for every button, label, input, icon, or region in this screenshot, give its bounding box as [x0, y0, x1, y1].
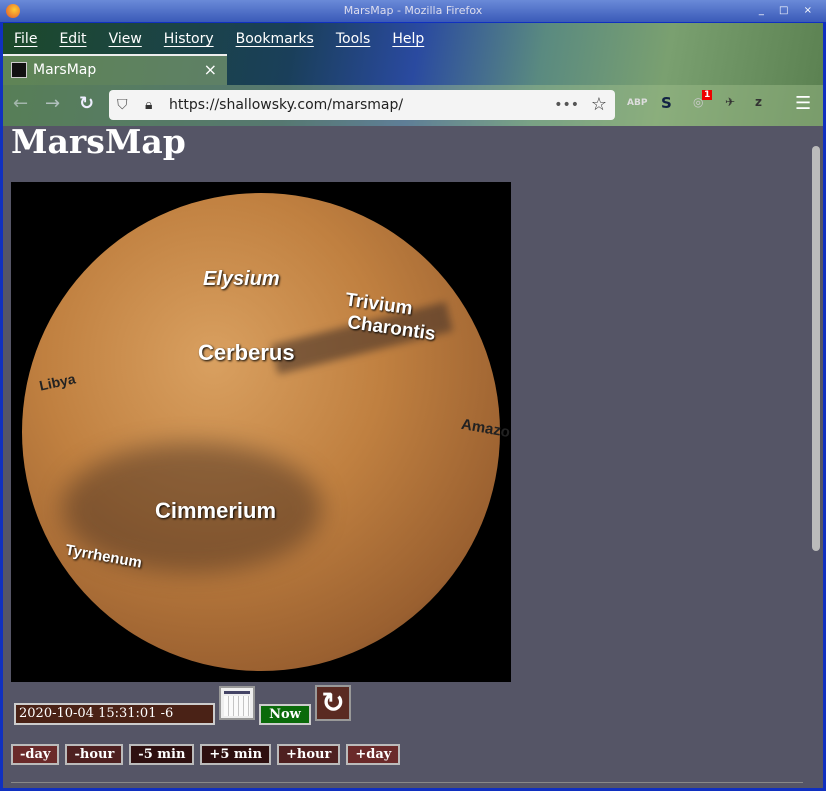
menu-view[interactable]: View: [98, 26, 153, 52]
url-bar[interactable]: ⛉ 🔒︎ https://shallowsky.com/marsmap/ •••…: [109, 90, 615, 120]
adblock-icon[interactable]: ABP: [627, 98, 647, 108]
firefox-icon: [6, 4, 20, 18]
menu-bookmarks[interactable]: Bookmarks: [225, 26, 325, 52]
minus-day-button[interactable]: -day: [11, 744, 60, 765]
map-label: Cerberus: [198, 340, 295, 365]
menu-history[interactable]: History: [153, 26, 225, 52]
window-controls[interactable]: _ □ ×: [759, 0, 818, 22]
mars-globe: [22, 193, 500, 671]
plus-5min-button[interactable]: +5 min: [200, 744, 272, 765]
datetime-input[interactable]: 2020-10-04 15:31:01 -6: [14, 703, 215, 725]
window-titlebar: MarsMap - Mozilla Firefox _ □ ×: [0, 0, 826, 22]
tab-favicon-icon: [11, 62, 27, 78]
plus-day-button[interactable]: +day: [346, 744, 401, 765]
reload-icon[interactable]: ↻: [79, 93, 94, 114]
page-content: MarsMap Elysium Trivium Charontis Cerber…: [3, 122, 823, 788]
browser-chrome: File Edit View History Bookmarks Tools H…: [3, 23, 823, 126]
hamburger-menu-icon[interactable]: ☰: [795, 93, 811, 114]
scrollbar[interactable]: [812, 146, 820, 551]
bookmark-star-icon[interactable]: ☆: [591, 90, 607, 120]
notification-badge: 1: [702, 90, 713, 100]
tab-marsmap[interactable]: MarsMap ×: [3, 54, 227, 85]
tab-title: MarsMap: [33, 62, 97, 78]
map-label: Elysium: [203, 268, 280, 290]
page-actions-icon[interactable]: •••: [554, 90, 579, 120]
menu-tools[interactable]: Tools: [325, 26, 382, 52]
calendar-icon[interactable]: [219, 686, 255, 720]
time-step-buttons: -day -hour -5 min +5 min +hour +day: [11, 744, 401, 765]
refresh-icon[interactable]: ↻: [315, 685, 351, 721]
nav-bar: ← → ↻ ⛉ 🔒︎ https://shallowsky.com/marsma…: [3, 85, 823, 126]
plus-hour-button[interactable]: +hour: [277, 744, 341, 765]
divider: [11, 782, 803, 783]
menu-file[interactable]: File: [3, 26, 48, 52]
sleep-icon[interactable]: z: [755, 95, 762, 109]
shield-icon[interactable]: ⛉: [117, 90, 128, 120]
page-title: MarsMap: [11, 122, 186, 161]
now-button[interactable]: Now: [259, 704, 311, 725]
tab-close-icon[interactable]: ×: [204, 56, 217, 84]
back-icon[interactable]: ←: [13, 93, 28, 114]
menu-help[interactable]: Help: [381, 26, 435, 52]
mars-map-image: Elysium Trivium Charontis Cerberus Libya…: [11, 182, 511, 682]
minus-5min-button[interactable]: -5 min: [129, 744, 195, 765]
url-text[interactable]: https://shallowsky.com/marsmap/: [169, 97, 403, 113]
map-label: Cimmerium: [155, 498, 277, 523]
extension-icon-2[interactable]: ✈: [725, 95, 735, 109]
window-title: MarsMap - Mozilla Firefox: [343, 4, 483, 17]
minus-hour-button[interactable]: -hour: [65, 744, 124, 765]
menu-bar: File Edit View History Bookmarks Tools H…: [3, 26, 435, 52]
s-extension-icon[interactable]: S: [661, 94, 672, 112]
menu-edit[interactable]: Edit: [48, 26, 97, 52]
lock-icon[interactable]: 🔒︎: [145, 90, 152, 120]
forward-icon[interactable]: →: [45, 93, 60, 114]
